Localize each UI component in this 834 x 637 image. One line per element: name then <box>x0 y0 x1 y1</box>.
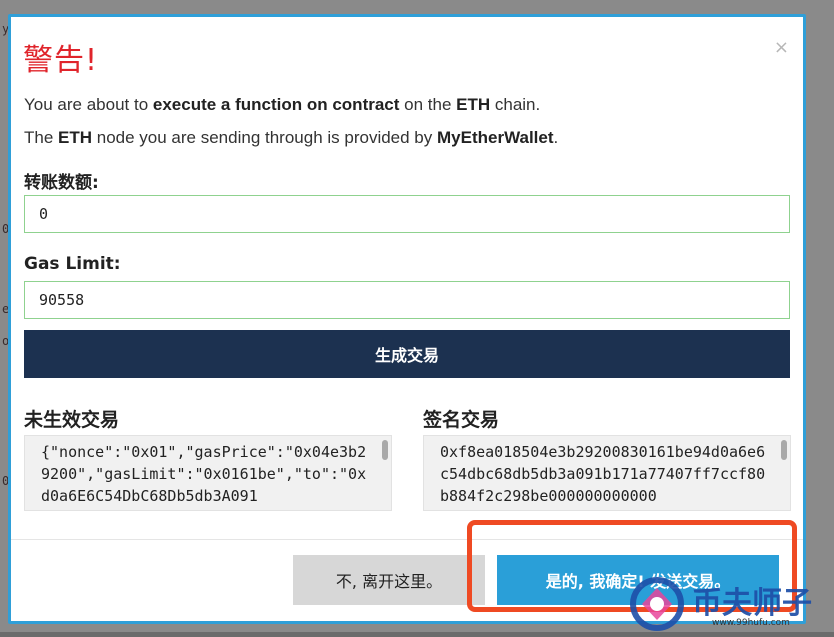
raw-transaction-label: 未生效交易 <box>24 409 120 431</box>
scrollbar[interactable] <box>780 438 788 510</box>
warning-line-2: The ETH node you are sending through is … <box>24 128 559 147</box>
watermark: 币夫师子 www.99hufu.com <box>624 574 834 632</box>
watermark-url: www.99hufu.com <box>712 618 790 628</box>
modal-header: 警告! <box>23 35 98 79</box>
scroll-thumb[interactable] <box>781 440 787 460</box>
signed-transaction-text: 0xf8ea018504e3b29200830161be94d0a6e6c54d… <box>440 443 766 505</box>
amount-field[interactable]: 0 <box>24 195 790 233</box>
raw-transaction-textarea[interactable]: {"nonce":"0x01","gasPrice":"0x04e3b29200… <box>24 435 392 511</box>
watermark-text: 币夫师子 <box>692 586 812 621</box>
generate-transaction-button[interactable]: 生成交易 <box>24 330 790 378</box>
scrollbar[interactable] <box>381 438 389 510</box>
signed-transaction-textarea[interactable]: 0xf8ea018504e3b29200830161be94d0a6e6c54d… <box>423 435 791 511</box>
scroll-thumb[interactable] <box>382 440 388 460</box>
gas-limit-field[interactable]: 90558 <box>24 281 790 319</box>
warning-line-1: You are about to execute a function on c… <box>24 95 541 114</box>
amount-label: 转账数额: <box>24 173 99 193</box>
signed-transaction-label: 签名交易 <box>423 409 500 431</box>
watermark-logo-icon <box>630 577 684 631</box>
close-icon[interactable]: × <box>774 37 789 58</box>
modal-title: 警告! <box>23 43 99 78</box>
raw-transaction-text: {"nonce":"0x01","gasPrice":"0x04e3b29200… <box>41 443 367 505</box>
gas-limit-label: Gas Limit: <box>24 254 121 274</box>
cancel-button[interactable]: 不, 离开这里。 <box>293 555 485 605</box>
